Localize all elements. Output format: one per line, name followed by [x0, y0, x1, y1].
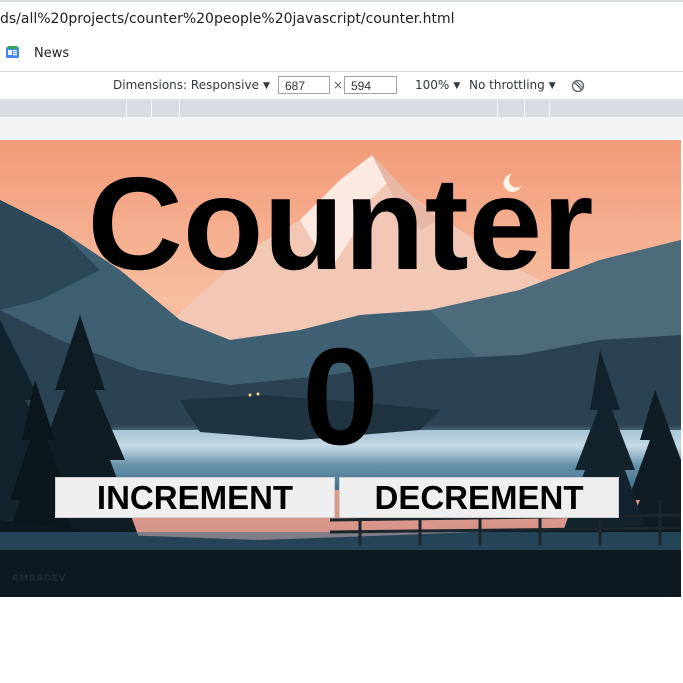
bookmark-news[interactable]: News — [6, 46, 69, 61]
increment-button[interactable]: INCREMENT — [55, 477, 335, 518]
rotate-icon[interactable] — [571, 79, 585, 93]
viewport-ruler — [0, 100, 683, 117]
dimensions-dropdown[interactable]: Dimensions: Responsive ▼ — [113, 78, 270, 92]
google-news-icon — [6, 46, 19, 58]
zoom-label: 100% — [415, 78, 450, 92]
address-bar[interactable]: ds/all%20projects/counter%20people%20jav… — [0, 0, 683, 36]
viewport-gap — [0, 117, 683, 140]
page-title: Counter — [87, 150, 594, 297]
dimensions-label: Dimensions: Responsive — [113, 78, 259, 92]
times-symbol: × — [333, 78, 344, 92]
height-input[interactable] — [344, 76, 397, 94]
page-viewport: Counter 0 INCREMENT DECREMENT RMRADEV — [0, 140, 681, 597]
width-input[interactable] — [278, 76, 330, 94]
chevron-down-icon: ▼ — [548, 81, 556, 91]
chevron-down-icon: ▼ — [262, 81, 270, 91]
decrement-button[interactable]: DECREMENT — [339, 477, 619, 518]
throttling-dropdown[interactable]: No throttling ▼ — [469, 78, 556, 92]
counter-value: 0 — [302, 320, 379, 474]
chevron-down-icon: ▼ — [453, 81, 461, 91]
url-text[interactable]: ds/all%20projects/counter%20people%20jav… — [0, 11, 455, 27]
bookmark-news-label: News — [34, 46, 70, 61]
watermark: RMRADEV — [12, 574, 66, 584]
zoom-dropdown[interactable]: 100% ▼ — [415, 78, 460, 92]
bookmarks-bar: News — [0, 36, 683, 72]
throttling-label: No throttling — [469, 78, 545, 92]
